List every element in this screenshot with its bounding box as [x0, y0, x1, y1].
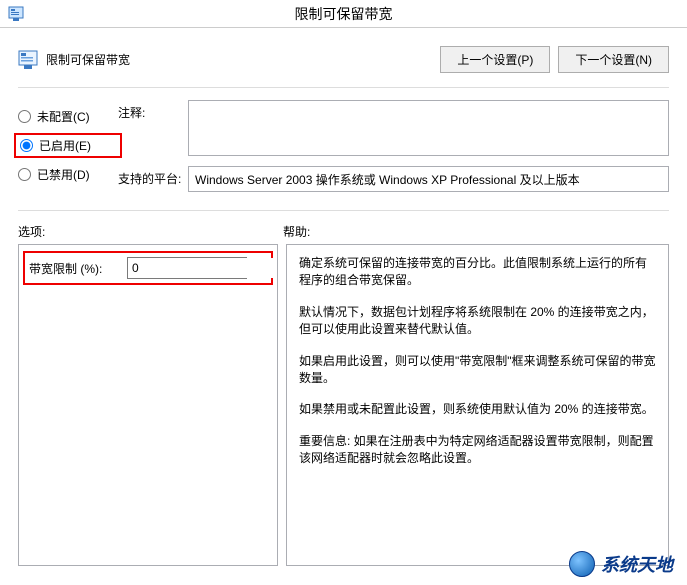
comment-row: 注释: — [118, 100, 669, 156]
header-row: 限制可保留带宽 上一个设置(P) 下一个设置(N) — [0, 28, 687, 83]
config-section: 未配置(C) 已启用(E) 已禁用(D) 注释: 支持的平台: Windows … — [0, 92, 687, 206]
options-header: 选项: — [18, 223, 283, 240]
radio-enabled-label: 已启用(E) — [39, 137, 91, 154]
comment-label: 注释: — [118, 100, 188, 121]
help-p4: 如果禁用或未配置此设置，则系统使用默认值为 20% 的连接带宽。 — [299, 401, 656, 418]
titlebar: 限制可保留带宽 — [0, 0, 687, 28]
help-header: 帮助: — [283, 223, 669, 240]
comment-textarea[interactable] — [188, 100, 669, 156]
platform-row: 支持的平台: Windows Server 2003 操作系统或 Windows… — [118, 166, 669, 192]
setting-icon — [18, 50, 38, 70]
divider — [18, 87, 669, 88]
watermark-text: 系统天地 — [601, 551, 673, 577]
platform-label: 支持的平台: — [118, 166, 188, 187]
bandwidth-label: 带宽限制 (%): — [29, 260, 119, 277]
setting-name-label: 限制可保留带宽 — [46, 51, 440, 68]
options-panel: 带宽限制 (%): ▲ ▼ — [18, 244, 278, 566]
bandwidth-input[interactable] — [128, 258, 278, 278]
radio-group: 未配置(C) 已启用(E) 已禁用(D) — [18, 100, 118, 202]
help-p2: 默认情况下，数据包计划程序将系统限制在 20% 的连接带宽之内，但可以使用此设置… — [299, 304, 656, 339]
config-right: 注释: 支持的平台: Windows Server 2003 操作系统或 Win… — [118, 100, 669, 202]
bandwidth-spinner[interactable]: ▲ ▼ — [127, 257, 247, 279]
help-panel: 确定系统可保留的连接带宽的百分比。此值限制系统上运行的所有程序的组合带宽保留。 … — [286, 244, 669, 566]
panels: 带宽限制 (%): ▲ ▼ 确定系统可保留的连接带宽的百分比。此值限制系统上运行… — [0, 244, 687, 584]
app-icon — [8, 6, 24, 22]
radio-not-configured-label: 未配置(C) — [37, 108, 90, 125]
bandwidth-option-row: 带宽限制 (%): ▲ ▼ — [23, 251, 273, 285]
radio-not-configured-input[interactable] — [18, 110, 31, 123]
radio-disabled[interactable]: 已禁用(D) — [18, 166, 118, 183]
radio-enabled[interactable]: 已启用(E) — [14, 133, 122, 158]
help-p1: 确定系统可保留的连接带宽的百分比。此值限制系统上运行的所有程序的组合带宽保留。 — [299, 255, 656, 290]
divider-2 — [18, 210, 669, 211]
watermark-icon — [569, 551, 595, 577]
platform-value: Windows Server 2003 操作系统或 Windows XP Pro… — [188, 166, 669, 192]
panels-header: 选项: 帮助: — [0, 215, 687, 244]
watermark: 系统天地 — [569, 551, 673, 577]
window-title: 限制可保留带宽 — [295, 4, 393, 24]
next-setting-button[interactable]: 下一个设置(N) — [558, 46, 669, 73]
radio-enabled-input[interactable] — [20, 139, 33, 152]
help-p5: 重要信息: 如果在注册表中为特定网络适配器设置带宽限制，则配置该网络适配器时就会… — [299, 433, 656, 468]
help-p3: 如果启用此设置，则可以使用"带宽限制"框来调整系统可保留的带宽数量。 — [299, 353, 656, 388]
nav-buttons: 上一个设置(P) 下一个设置(N) — [440, 46, 669, 73]
radio-disabled-label: 已禁用(D) — [37, 166, 90, 183]
radio-not-configured[interactable]: 未配置(C) — [18, 108, 118, 125]
radio-disabled-input[interactable] — [18, 168, 31, 181]
prev-setting-button[interactable]: 上一个设置(P) — [440, 46, 550, 73]
